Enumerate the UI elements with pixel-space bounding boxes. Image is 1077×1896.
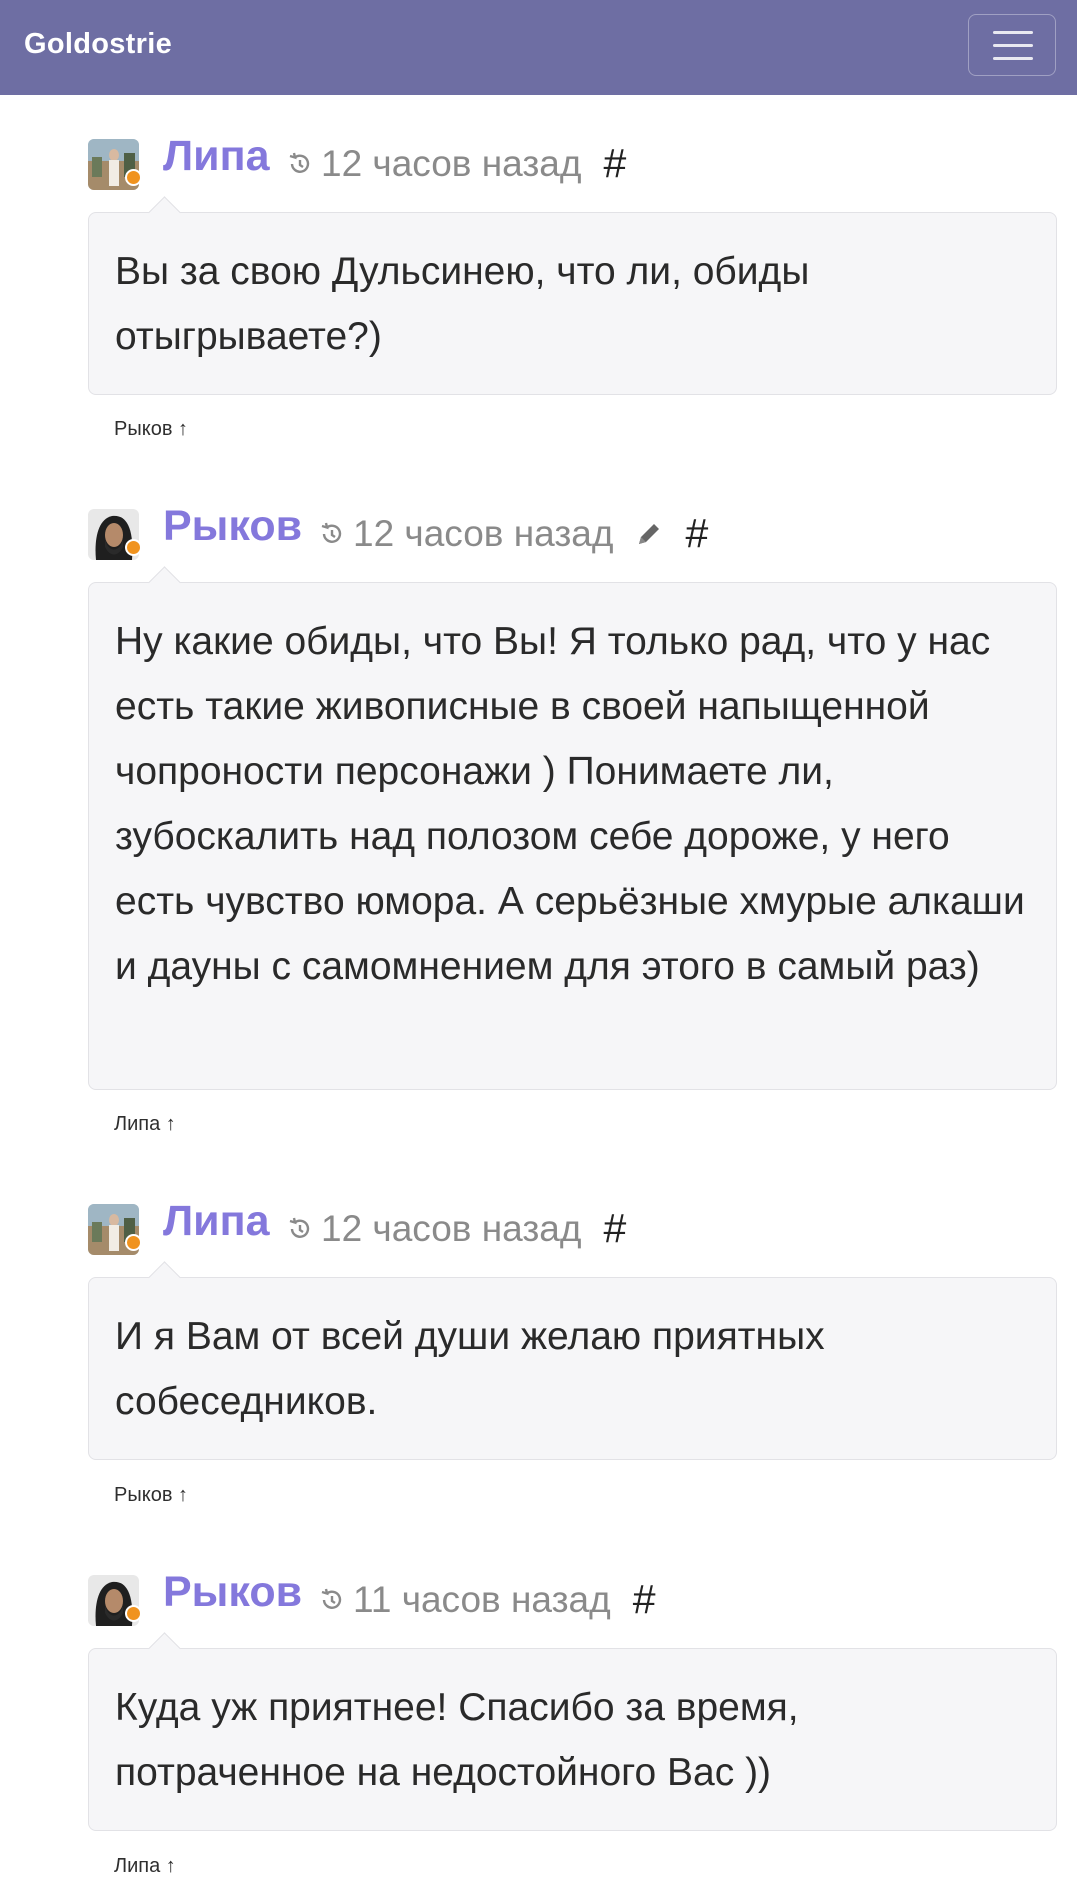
comment-time[interactable]: 12 часов назад: [321, 1208, 581, 1250]
reply-to-link[interactable]: Рыков ↑: [114, 418, 188, 441]
top-navbar: Goldostrie: [0, 0, 1077, 95]
comment-meta: 11 часов назад #: [319, 1576, 656, 1623]
comment-meta: 12 часов назад #: [287, 1205, 626, 1252]
avatar[interactable]: [88, 1204, 142, 1255]
avatar[interactable]: [88, 1575, 142, 1626]
online-status-dot: [125, 1234, 142, 1251]
menu-toggle-button[interactable]: [968, 14, 1056, 76]
reply-to-link[interactable]: Рыков ↑: [114, 1484, 188, 1507]
history-icon: [321, 522, 342, 543]
comment-time[interactable]: 12 часов назад: [321, 143, 581, 185]
comment-body: Вы за свою Дульсинею, что ли, обиды отыг…: [88, 212, 1057, 395]
avatar[interactable]: [88, 139, 142, 190]
permalink-hash[interactable]: #: [685, 510, 708, 557]
permalink-hash[interactable]: #: [603, 1205, 626, 1252]
online-status-dot: [125, 1605, 142, 1622]
edit-pencil-icon[interactable]: [635, 520, 663, 548]
reply-to-link[interactable]: Липа ↑: [114, 1855, 176, 1878]
comment-header: Липа 12 часов назад #: [88, 1195, 1057, 1255]
comment-body: Куда уж приятнее! Спасибо за время, потр…: [88, 1648, 1057, 1831]
comment-author[interactable]: Рыков: [163, 1568, 302, 1617]
comment-header: Рыков 12 часов назад #: [88, 500, 1057, 560]
comment-meta: 12 часов назад #: [319, 510, 708, 557]
comment: Рыков 12 часов назад # Ну какие обиды, ч…: [88, 500, 1057, 1135]
reply-to-link[interactable]: Липа ↑: [114, 1113, 176, 1136]
comment-author[interactable]: Липа: [163, 1197, 270, 1246]
comment: Липа 12 часов назад # И я Вам от всей ду…: [88, 1195, 1057, 1506]
comment: Рыков 11 часов назад # Куда уж приятнее!…: [88, 1566, 1057, 1877]
comment-author[interactable]: Липа: [163, 132, 270, 181]
comment-author[interactable]: Рыков: [163, 502, 302, 551]
comment-body: И я Вам от всей души желаю приятных собе…: [88, 1277, 1057, 1460]
comment-meta: 12 часов назад #: [287, 140, 626, 187]
comment: Липа 12 часов назад # Вы за свою Дульсин…: [88, 130, 1057, 440]
history-icon: [321, 1588, 342, 1609]
comment-body: Ну какие обиды, что Вы! Я только рад, чт…: [88, 582, 1057, 1090]
permalink-hash[interactable]: #: [633, 1576, 656, 1623]
site-brand[interactable]: Goldostrie: [24, 28, 172, 61]
comment-time[interactable]: 12 часов назад: [353, 513, 613, 555]
history-icon: [289, 1217, 310, 1238]
avatar[interactable]: [88, 509, 142, 560]
comment-header: Липа 12 часов назад #: [88, 130, 1057, 190]
comment-time[interactable]: 11 часов назад: [353, 1579, 611, 1621]
online-status-dot: [125, 539, 142, 556]
permalink-hash[interactable]: #: [603, 140, 626, 187]
comment-header: Рыков 11 часов назад #: [88, 1566, 1057, 1626]
online-status-dot: [125, 169, 142, 186]
history-icon: [289, 152, 310, 173]
